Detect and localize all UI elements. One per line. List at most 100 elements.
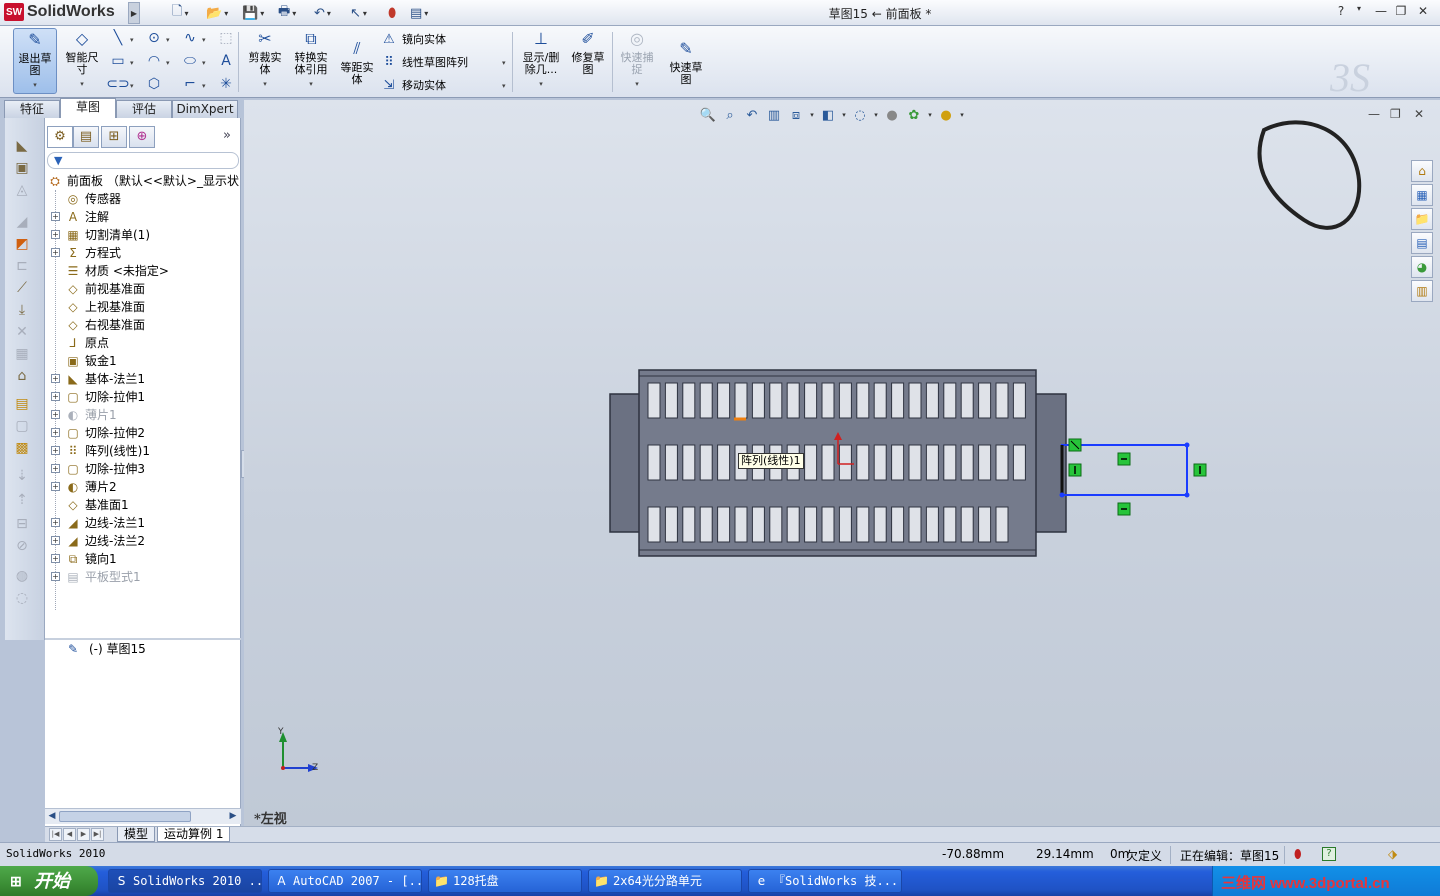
expand-icon[interactable]: + [51, 446, 60, 455]
taskbar-item[interactable]: 📁 2x64光分路单元 [588, 869, 742, 893]
line-dropdown-icon[interactable]: ▾ [130, 36, 134, 44]
convert-to-sheetmetal-icon[interactable]: ▣ [9, 158, 35, 178]
tab-motion-study-1[interactable]: 运动算例 1 [157, 827, 231, 842]
new-document-icon[interactable]: 🗋 ▾ [172, 4, 188, 22]
tree-item[interactable]: ◇ 上视基准面 [45, 298, 241, 316]
taskbar-item[interactable]: S SolidWorks 2010 ... [108, 869, 262, 893]
configuration-manager-tab-icon[interactable]: ⊞ [101, 126, 127, 148]
expand-icon[interactable]: + [51, 518, 60, 527]
help-button[interactable]: ? [1332, 4, 1350, 20]
tree-item[interactable]: + ▦ 切割清单(1) [45, 226, 241, 244]
expand-icon[interactable]: + [51, 572, 60, 581]
tree-item[interactable]: ◇ 右视基准面 [45, 316, 241, 334]
insert-bends-icon[interactable]: ▩ [9, 438, 35, 458]
tree-item[interactable]: + ▤ 平板型式1 [45, 568, 241, 586]
fillet-dropdown-icon[interactable]: ▾ [202, 82, 206, 90]
trim-entities-button[interactable]: ✂ 剪裁实体 ▾ [244, 28, 286, 94]
miter-flange-icon[interactable]: ◩ [9, 234, 35, 254]
restore-button[interactable]: ❐ [1392, 4, 1410, 20]
jog-icon[interactable]: ⟋ [9, 278, 35, 298]
smart-dimension-button[interactable]: ◇ 智能尺寸 ▾ [62, 28, 102, 94]
tab-model[interactable]: 模型 [117, 827, 156, 842]
quick-tips-button[interactable]: ? [1322, 847, 1336, 861]
expand-icon[interactable]: + [51, 212, 60, 221]
welded-corner-icon[interactable]: ⌂ [9, 366, 35, 386]
base-flange-icon[interactable]: ◣ [9, 136, 35, 156]
tree-item[interactable]: + ▢ 切除-拉伸2 [45, 424, 241, 442]
open-folder-icon[interactable]: 📂 ▾ [206, 4, 228, 22]
linear-pattern-dropdown-icon[interactable]: ▾ [502, 59, 506, 67]
expand-icon[interactable]: + [51, 464, 60, 473]
expand-icon[interactable]: + [51, 536, 60, 545]
print-icon[interactable]: 🖶 ▾ [278, 4, 296, 22]
tree-item[interactable]: + Σ 方程式 [45, 244, 241, 262]
tree-horizontal-scrollbar[interactable]: ◀ ▶ [45, 808, 241, 824]
taskbar-item[interactable]: 📁 128托盘 [428, 869, 582, 893]
tree-item[interactable]: + ◢ 边线-法兰2 [45, 532, 241, 550]
rapid-sketch-button[interactable]: ✎ 快速草图 [664, 38, 708, 104]
tab-dimxpert[interactable]: DimXpert [172, 100, 238, 118]
property-manager-tab-icon[interactable]: ▤ [73, 126, 99, 148]
select-arrow-icon[interactable]: ↖ ▾ [350, 4, 367, 22]
first-tab-icon[interactable]: |◀ [49, 828, 62, 841]
menu-expand-icon[interactable]: ▶ [128, 2, 140, 24]
text-icon[interactable]: A [218, 53, 234, 69]
linear-pattern-button[interactable]: ⠿ 线性草图阵列 [380, 53, 468, 71]
dimxpert-manager-tab-icon[interactable]: ⊕ [129, 126, 155, 148]
rectangle-icon[interactable]: ▭ [110, 53, 126, 69]
ellipse-icon[interactable]: ⬭ [182, 53, 198, 69]
scroll-thumb[interactable] [59, 811, 191, 822]
flatten-icon[interactable]: ▤ [9, 394, 35, 414]
tree-item[interactable]: + ◣ 基体-法兰1 [45, 370, 241, 388]
tree-item[interactable]: ◎ 传感器 [45, 190, 241, 208]
tab-sketch[interactable]: 草图 [60, 98, 116, 118]
plane-grid-icon[interactable]: ⬚ [218, 30, 234, 46]
circle-icon[interactable]: ⊙ [146, 30, 162, 46]
sketch15-rectangle[interactable] [1059, 438, 1207, 516]
tree-item[interactable]: ▣ 钣金1 [45, 352, 241, 370]
point-icon[interactable]: ✳ [218, 76, 234, 92]
line-icon[interactable]: ╲ [110, 30, 126, 46]
expand-icon[interactable]: + [51, 554, 60, 563]
arc-icon[interactable]: ◠ [146, 53, 162, 69]
lofted-bend-icon[interactable]: ◬ [9, 180, 35, 200]
spline-icon[interactable]: ∿ [182, 30, 198, 46]
feature-manager-tab-icon[interactable]: ⚙ [47, 126, 73, 148]
repair-sketch-button[interactable]: ✐ 修复草图 [568, 28, 608, 94]
display-delete-relations-button[interactable]: ⊥ 显示/删除几... ▾ [518, 28, 564, 94]
offset-entities-button[interactable]: ⫽ 等距实体 [336, 38, 378, 104]
move-entities-dropdown-icon[interactable]: ▾ [502, 82, 506, 90]
last-tab-icon[interactable]: ▶| [91, 828, 104, 841]
hem-icon[interactable]: ⊏ [9, 256, 35, 276]
quick-snaps-button[interactable]: ◎ 快速捕捉 ▾ [616, 28, 658, 94]
tree-filter-input[interactable]: ▼ [47, 152, 239, 169]
convert-entities-button[interactable]: ⧉ 转换实体引用 ▾ [290, 28, 332, 94]
sketched-bend-icon[interactable]: ⤓ [9, 300, 35, 320]
edge-flange-icon[interactable]: ◢ [9, 212, 35, 232]
arc-dropdown-icon[interactable]: ▾ [166, 59, 170, 67]
expand-icon[interactable]: + [51, 392, 60, 401]
spline-dropdown-icon[interactable]: ▾ [202, 36, 206, 44]
tree-item[interactable]: ☰ 材质 <未指定> [45, 262, 241, 280]
rectangle-dropdown-icon[interactable]: ▾ [130, 59, 134, 67]
tab-features[interactable]: 特征 [4, 100, 60, 118]
scroll-left-icon[interactable]: ◀ [46, 810, 58, 823]
fold-icon[interactable]: ⊟ [9, 514, 35, 534]
circle-dropdown-icon[interactable]: ▾ [166, 36, 170, 44]
unfold-icon[interactable]: ⇡ [9, 490, 35, 510]
expand-icon[interactable]: + [51, 482, 60, 491]
expand-icon[interactable]: + [51, 230, 60, 239]
scroll-right-icon[interactable]: ▶ [227, 810, 239, 823]
tree-item[interactable]: + ◐ 薄片1 [45, 406, 241, 424]
slot-icon[interactable]: ⊂⊃ [106, 76, 129, 92]
mirror-entities-button[interactable]: ⚠ 镜向实体 [380, 30, 446, 48]
rip-icon[interactable]: ⇣ [9, 466, 35, 486]
options-icon[interactable]: ▤ ▾ [410, 4, 428, 22]
vent-icon[interactable]: ◌ [9, 588, 35, 608]
tree-item[interactable]: + ▢ 切除-拉伸1 [45, 388, 241, 406]
exit-sketch-button[interactable]: ✎ 退出草图 ▾ [13, 28, 57, 94]
closed-corner-icon[interactable]: ▦ [9, 344, 35, 364]
no-bends-icon[interactable]: ▢ [9, 416, 35, 436]
save-icon[interactable]: 💾 ▾ [242, 4, 264, 22]
tree-item-sketch15[interactable]: ✎ (-) 草图15 [45, 640, 241, 658]
